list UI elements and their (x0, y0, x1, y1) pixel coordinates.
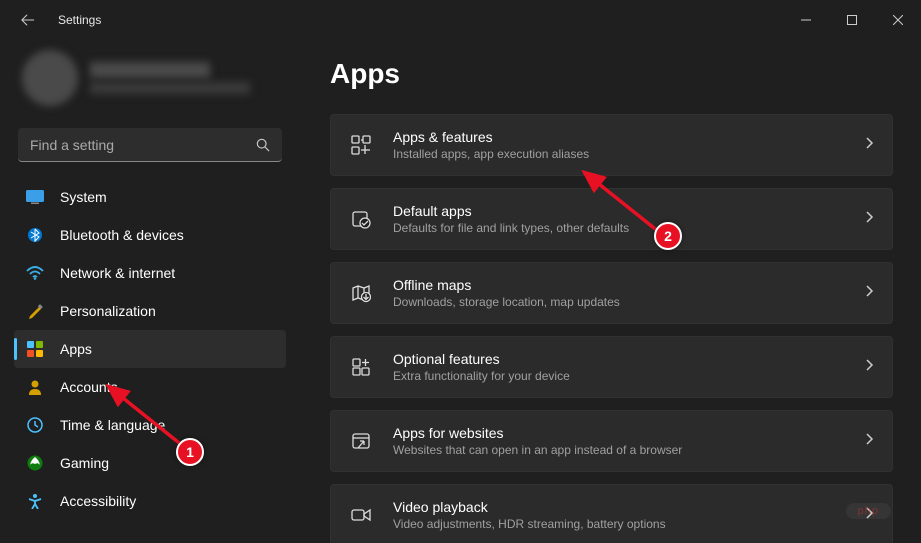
wifi-icon (26, 264, 44, 282)
bluetooth-icon (26, 226, 44, 244)
chevron-right-icon (864, 358, 874, 377)
card-apps-websites[interactable]: Apps for websites Websites that can open… (330, 410, 893, 472)
avatar (22, 50, 78, 106)
back-button[interactable] (18, 10, 38, 30)
watermark: php (846, 503, 891, 519)
sidebar-item-apps[interactable]: Apps (14, 330, 286, 368)
window-controls (783, 0, 921, 40)
profile-text (90, 62, 278, 94)
minimize-icon (801, 15, 811, 25)
annotation-badge-1: 1 (176, 438, 204, 466)
default-apps-icon (349, 207, 373, 231)
system-icon (26, 188, 44, 206)
card-default-apps[interactable]: Default apps Defaults for file and link … (330, 188, 893, 250)
accounts-icon (26, 378, 44, 396)
card-title: Apps for websites (393, 425, 864, 441)
card-video-playback[interactable]: Video playback Video adjustments, HDR st… (330, 484, 893, 543)
main-content: Apps Apps & features Installed apps, app… (300, 40, 921, 543)
sidebar-item-accounts[interactable]: Accounts (14, 368, 286, 406)
accessibility-icon (26, 492, 44, 510)
card-subtitle: Installed apps, app execution aliases (393, 147, 864, 161)
chevron-right-icon (864, 284, 874, 303)
card-subtitle: Video adjustments, HDR streaming, batter… (393, 517, 864, 531)
gaming-icon (26, 454, 44, 472)
close-button[interactable] (875, 0, 921, 40)
sidebar-item-time[interactable]: Time & language (14, 406, 286, 444)
offline-maps-icon (349, 281, 373, 305)
app-title: Settings (58, 13, 101, 27)
sidebar-item-label: Personalization (60, 303, 156, 319)
annotation-badge-2: 2 (654, 222, 682, 250)
personalization-icon (26, 302, 44, 320)
card-apps-features[interactable]: Apps & features Installed apps, app exec… (330, 114, 893, 176)
sidebar-item-gaming[interactable]: Gaming (14, 444, 286, 482)
profile-block[interactable] (14, 40, 286, 122)
maximize-icon (847, 15, 857, 25)
sidebar-item-personalization[interactable]: Personalization (14, 292, 286, 330)
maximize-button[interactable] (829, 0, 875, 40)
card-subtitle: Downloads, storage location, map updates (393, 295, 864, 309)
sidebar-item-label: Accessibility (60, 493, 136, 509)
optional-features-icon (349, 355, 373, 379)
chevron-right-icon (864, 210, 874, 229)
profile-name (90, 62, 210, 78)
sidebar-item-label: Network & internet (60, 265, 175, 281)
card-title: Apps & features (393, 129, 864, 145)
chevron-right-icon (864, 136, 874, 155)
nav-list: System Bluetooth & devices Network & int… (14, 178, 286, 543)
card-optional-features[interactable]: Optional features Extra functionality fo… (330, 336, 893, 398)
card-subtitle: Defaults for file and link types, other … (393, 221, 864, 235)
search-icon (256, 138, 270, 152)
sidebar-item-bluetooth[interactable]: Bluetooth & devices (14, 216, 286, 254)
profile-email (90, 82, 250, 94)
card-subtitle: Extra functionality for your device (393, 369, 864, 383)
apps-websites-icon (349, 429, 373, 453)
sidebar-item-network[interactable]: Network & internet (14, 254, 286, 292)
close-icon (893, 15, 903, 25)
apps-features-icon (349, 133, 373, 157)
card-title: Optional features (393, 351, 864, 367)
sidebar-item-system[interactable]: System (14, 178, 286, 216)
time-icon (26, 416, 44, 434)
search-box[interactable] (18, 128, 282, 162)
video-playback-icon (349, 503, 373, 527)
sidebar-item-label: Accounts (60, 379, 118, 395)
sidebar: System Bluetooth & devices Network & int… (0, 40, 300, 543)
sidebar-item-label: Time & language (60, 417, 165, 433)
card-title: Offline maps (393, 277, 864, 293)
card-offline-maps[interactable]: Offline maps Downloads, storage location… (330, 262, 893, 324)
sidebar-item-label: Bluetooth & devices (60, 227, 184, 243)
sidebar-item-accessibility[interactable]: Accessibility (14, 482, 286, 520)
apps-nav-icon (26, 340, 44, 358)
titlebar: Settings (0, 0, 921, 40)
card-subtitle: Websites that can open in an app instead… (393, 443, 864, 457)
card-title: Default apps (393, 203, 864, 219)
minimize-button[interactable] (783, 0, 829, 40)
sidebar-item-label: Gaming (60, 455, 109, 471)
search-input[interactable] (30, 137, 256, 153)
sidebar-item-label: Apps (60, 341, 92, 357)
page-title: Apps (330, 58, 893, 90)
sidebar-item-label: System (60, 189, 107, 205)
chevron-right-icon (864, 432, 874, 451)
back-arrow-icon (21, 13, 35, 27)
card-title: Video playback (393, 499, 864, 515)
